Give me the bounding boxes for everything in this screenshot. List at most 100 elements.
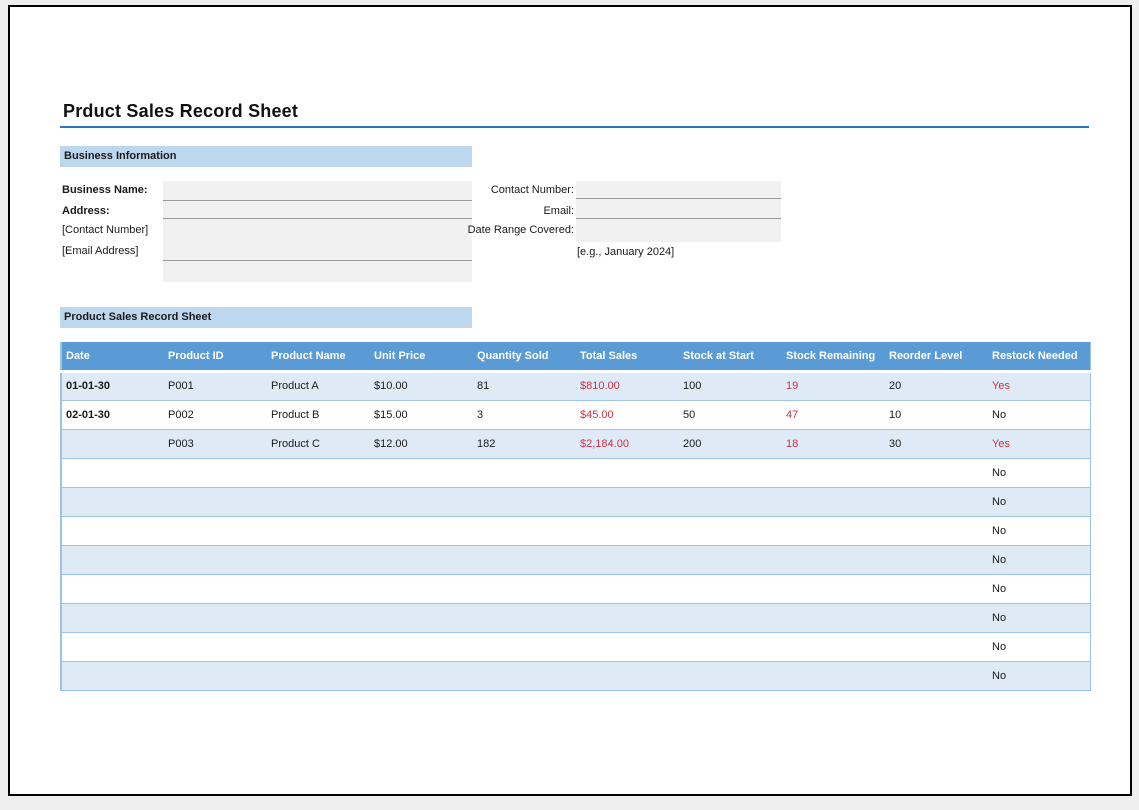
table-cell[interactable]	[679, 574, 782, 604]
table-cell[interactable]: P003	[164, 429, 267, 459]
table-cell[interactable]	[885, 632, 988, 662]
contact-number-field[interactable]	[576, 181, 781, 199]
table-cell[interactable]: 19	[782, 371, 885, 401]
table-cell[interactable]: 20	[885, 371, 988, 401]
email-field[interactable]	[576, 199, 781, 219]
table-cell[interactable]	[164, 487, 267, 517]
table-cell[interactable]	[61, 632, 164, 662]
table-cell[interactable]	[576, 632, 679, 662]
table-cell[interactable]	[267, 516, 370, 546]
table-cell[interactable]: No	[988, 603, 1090, 633]
table-cell[interactable]: Product C	[267, 429, 370, 459]
table-cell[interactable]: $12.00	[370, 429, 473, 459]
table-cell[interactable]: No	[988, 661, 1090, 691]
table-cell[interactable]	[164, 516, 267, 546]
table-cell[interactable]: 02-01-30	[61, 400, 164, 430]
table-cell[interactable]	[782, 632, 885, 662]
table-cell[interactable]	[885, 516, 988, 546]
table-cell[interactable]: Yes	[988, 371, 1090, 401]
table-cell[interactable]	[576, 603, 679, 633]
table-cell[interactable]	[782, 574, 885, 604]
table-cell[interactable]	[164, 661, 267, 691]
table-cell[interactable]	[61, 545, 164, 575]
table-cell[interactable]	[473, 487, 576, 517]
table-cell[interactable]	[267, 632, 370, 662]
table-cell[interactable]	[576, 661, 679, 691]
table-cell[interactable]	[61, 429, 164, 459]
table-cell[interactable]	[164, 458, 267, 488]
table-cell[interactable]: 100	[679, 371, 782, 401]
table-cell[interactable]: $2,184.00	[576, 429, 679, 459]
table-cell[interactable]	[576, 516, 679, 546]
table-cell[interactable]	[370, 603, 473, 633]
table-cell[interactable]	[370, 487, 473, 517]
table-cell[interactable]	[576, 574, 679, 604]
table-cell[interactable]: 81	[473, 371, 576, 401]
table-cell[interactable]: $45.00	[576, 400, 679, 430]
table-cell[interactable]	[885, 603, 988, 633]
table-cell[interactable]	[61, 487, 164, 517]
table-cell[interactable]: P001	[164, 371, 267, 401]
table-cell[interactable]	[679, 458, 782, 488]
table-cell[interactable]	[885, 574, 988, 604]
table-cell[interactable]	[679, 661, 782, 691]
table-cell[interactable]	[782, 603, 885, 633]
table-cell[interactable]	[370, 545, 473, 575]
table-cell[interactable]	[679, 545, 782, 575]
table-cell[interactable]: No	[988, 458, 1090, 488]
table-cell[interactable]: No	[988, 545, 1090, 575]
table-cell[interactable]: Product B	[267, 400, 370, 430]
table-cell[interactable]	[473, 632, 576, 662]
table-cell[interactable]	[164, 603, 267, 633]
table-cell[interactable]	[576, 458, 679, 488]
table-cell[interactable]: Yes	[988, 429, 1090, 459]
table-cell[interactable]	[267, 661, 370, 691]
table-cell[interactable]	[473, 574, 576, 604]
table-cell[interactable]: P002	[164, 400, 267, 430]
table-cell[interactable]	[61, 458, 164, 488]
table-cell[interactable]: 01-01-30	[61, 371, 164, 401]
table-cell[interactable]	[164, 574, 267, 604]
table-cell[interactable]: No	[988, 516, 1090, 546]
table-cell[interactable]: No	[988, 632, 1090, 662]
table-cell[interactable]	[782, 487, 885, 517]
table-cell[interactable]: $810.00	[576, 371, 679, 401]
table-cell[interactable]: 18	[782, 429, 885, 459]
table-cell[interactable]	[576, 545, 679, 575]
table-cell[interactable]	[370, 458, 473, 488]
table-cell[interactable]: 47	[782, 400, 885, 430]
table-cell[interactable]	[679, 516, 782, 546]
table-cell[interactable]	[473, 516, 576, 546]
table-cell[interactable]	[370, 632, 473, 662]
table-cell[interactable]: No	[988, 400, 1090, 430]
table-cell[interactable]	[267, 487, 370, 517]
table-cell[interactable]	[164, 632, 267, 662]
table-cell[interactable]	[679, 632, 782, 662]
table-cell[interactable]	[679, 603, 782, 633]
table-cell[interactable]	[61, 603, 164, 633]
table-cell[interactable]	[885, 545, 988, 575]
table-cell[interactable]: 50	[679, 400, 782, 430]
table-cell[interactable]	[164, 545, 267, 575]
table-cell[interactable]: Product A	[267, 371, 370, 401]
table-cell[interactable]	[267, 458, 370, 488]
table-cell[interactable]: 182	[473, 429, 576, 459]
table-cell[interactable]	[885, 487, 988, 517]
table-cell[interactable]	[267, 545, 370, 575]
table-cell[interactable]	[61, 516, 164, 546]
table-cell[interactable]	[61, 574, 164, 604]
table-cell[interactable]	[782, 458, 885, 488]
table-cell[interactable]	[473, 545, 576, 575]
table-cell[interactable]	[370, 574, 473, 604]
table-cell[interactable]	[782, 661, 885, 691]
table-cell[interactable]: 10	[885, 400, 988, 430]
table-cell[interactable]: 30	[885, 429, 988, 459]
table-cell[interactable]	[473, 603, 576, 633]
table-cell[interactable]	[473, 661, 576, 691]
table-cell[interactable]	[370, 516, 473, 546]
table-cell[interactable]	[885, 458, 988, 488]
table-cell[interactable]	[576, 487, 679, 517]
table-cell[interactable]	[679, 487, 782, 517]
table-cell[interactable]	[61, 661, 164, 691]
email-address-left-field[interactable]	[163, 261, 472, 282]
